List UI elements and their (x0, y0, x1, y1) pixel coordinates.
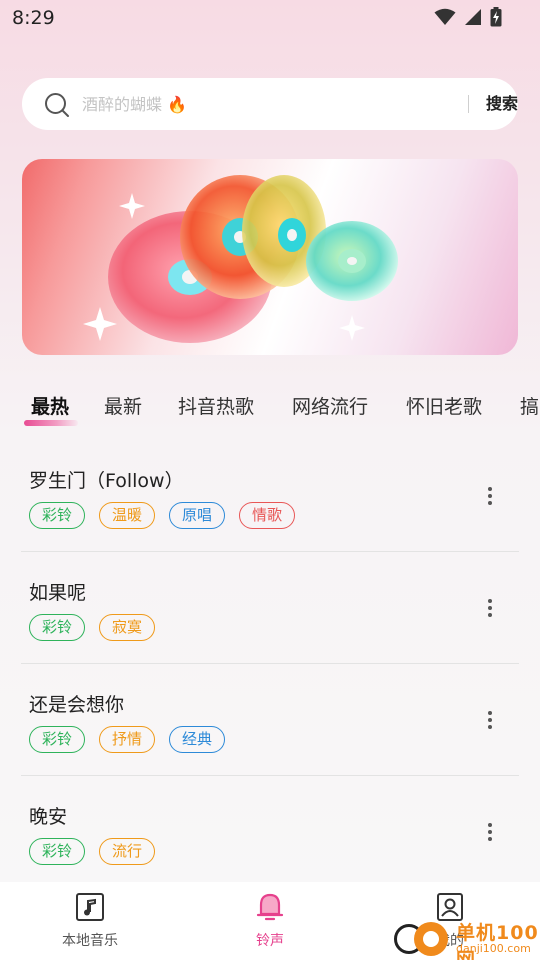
battery-charging-icon (490, 7, 502, 27)
tab-newest[interactable]: 最新 (104, 392, 142, 419)
tab-douyin-hits[interactable]: 抖音热歌 (178, 392, 254, 419)
category-tabs: 最热 最新 抖音热歌 网络流行 怀旧老歌 搞 (0, 386, 540, 430)
tab-nostalgic[interactable]: 怀旧老歌 (406, 392, 482, 419)
watermark-circle-icon (414, 922, 448, 956)
bell-icon (210, 892, 330, 922)
song-title: 如果呢 (29, 582, 87, 604)
nav-label: 本地音乐 (62, 933, 118, 949)
search-input[interactable] (82, 88, 442, 120)
list-item[interactable]: 晚安 彩铃 流行 (0, 776, 540, 888)
watermark-url: danji100.com (456, 942, 531, 955)
list-item[interactable]: 罗生门（Follow） 彩铃 温暖 原唱 情歌 (0, 440, 540, 552)
tag[interactable]: 抒情 (99, 726, 156, 753)
search-icon (44, 92, 70, 122)
status-time: 8:29 (12, 7, 55, 29)
nav-ringtone[interactable]: 铃声 (210, 892, 330, 950)
nav-label: 铃声 (256, 933, 284, 949)
song-title: 晚安 (29, 806, 68, 828)
more-options-icon[interactable] (480, 484, 500, 510)
status-icons (434, 7, 502, 27)
tag[interactable]: 彩铃 (29, 726, 86, 753)
watermark-logo: 单机100网 danji100.com (390, 912, 540, 960)
more-options-icon[interactable] (480, 820, 500, 846)
tag[interactable]: 彩铃 (29, 838, 86, 865)
list-item[interactable]: 如果呢 彩铃 寂寞 (0, 552, 540, 664)
tag-group: 彩铃 流行 (29, 838, 156, 865)
tag[interactable]: 温暖 (99, 502, 156, 529)
tag-group: 彩铃 抒情 经典 (29, 726, 226, 753)
wifi-icon (434, 8, 456, 26)
search-divider (468, 95, 469, 113)
nav-local-music[interactable]: 本地音乐 (30, 892, 150, 950)
list-item[interactable]: 还是会想你 彩铃 抒情 经典 (0, 664, 540, 776)
tag-group: 彩铃 温暖 原唱 情歌 (29, 502, 296, 529)
tag[interactable]: 经典 (169, 726, 226, 753)
status-bar: 8:29 (0, 0, 540, 36)
tab-active-indicator (24, 420, 78, 426)
tab-partial[interactable]: 搞 (520, 392, 539, 419)
music-note-icon (30, 892, 150, 922)
vinyl-records-illustration (83, 175, 398, 343)
tag[interactable]: 原唱 (169, 502, 226, 529)
tag[interactable]: 流行 (99, 838, 156, 865)
song-title: 罗生门（Follow） (29, 470, 184, 492)
tab-internet-popular[interactable]: 网络流行 (292, 392, 368, 419)
tab-hottest[interactable]: 最热 (31, 392, 69, 419)
tag[interactable]: 情歌 (239, 502, 296, 529)
song-title: 还是会想你 (29, 694, 125, 716)
more-options-icon[interactable] (480, 596, 500, 622)
banner[interactable] (22, 159, 518, 355)
more-options-icon[interactable] (480, 708, 500, 734)
tag[interactable]: 寂寞 (99, 614, 156, 641)
tag[interactable]: 彩铃 (29, 614, 86, 641)
search-bar[interactable]: 搜索 (22, 78, 518, 130)
search-button[interactable]: 搜索 (478, 92, 526, 116)
signal-icon (464, 8, 482, 26)
tag-group: 彩铃 寂寞 (29, 614, 156, 641)
tag[interactable]: 彩铃 (29, 502, 86, 529)
